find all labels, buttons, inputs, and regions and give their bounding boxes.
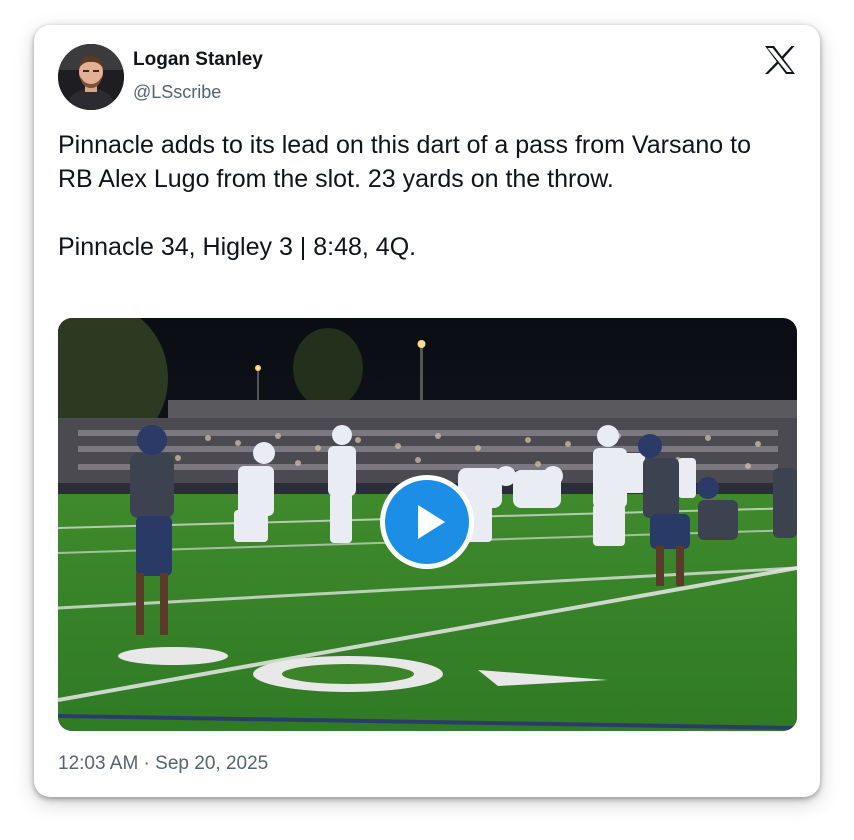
x-logo-icon[interactable] <box>764 45 796 75</box>
video-thumbnail[interactable] <box>58 318 797 731</box>
play-button[interactable] <box>380 475 474 569</box>
author-handle[interactable]: @LSscribe <box>133 82 221 103</box>
tweet-text: Pinnacle adds to its lead on this dart o… <box>58 128 778 264</box>
tweet-text-paragraph: Pinnacle adds to its lead on this dart o… <box>58 131 751 193</box>
avatar[interactable] <box>58 44 124 110</box>
tweet-timestamp[interactable]: 12:03 AM · Sep 20, 2025 <box>58 753 268 775</box>
tweet-text-score: Pinnacle 34, Higley 3 | 8:48, 4Q. <box>58 233 417 261</box>
author-name[interactable]: Logan Stanley <box>133 49 263 71</box>
play-icon <box>418 505 445 539</box>
tweet-card: Logan Stanley @LSscribe Pinnacle adds to… <box>34 25 820 797</box>
